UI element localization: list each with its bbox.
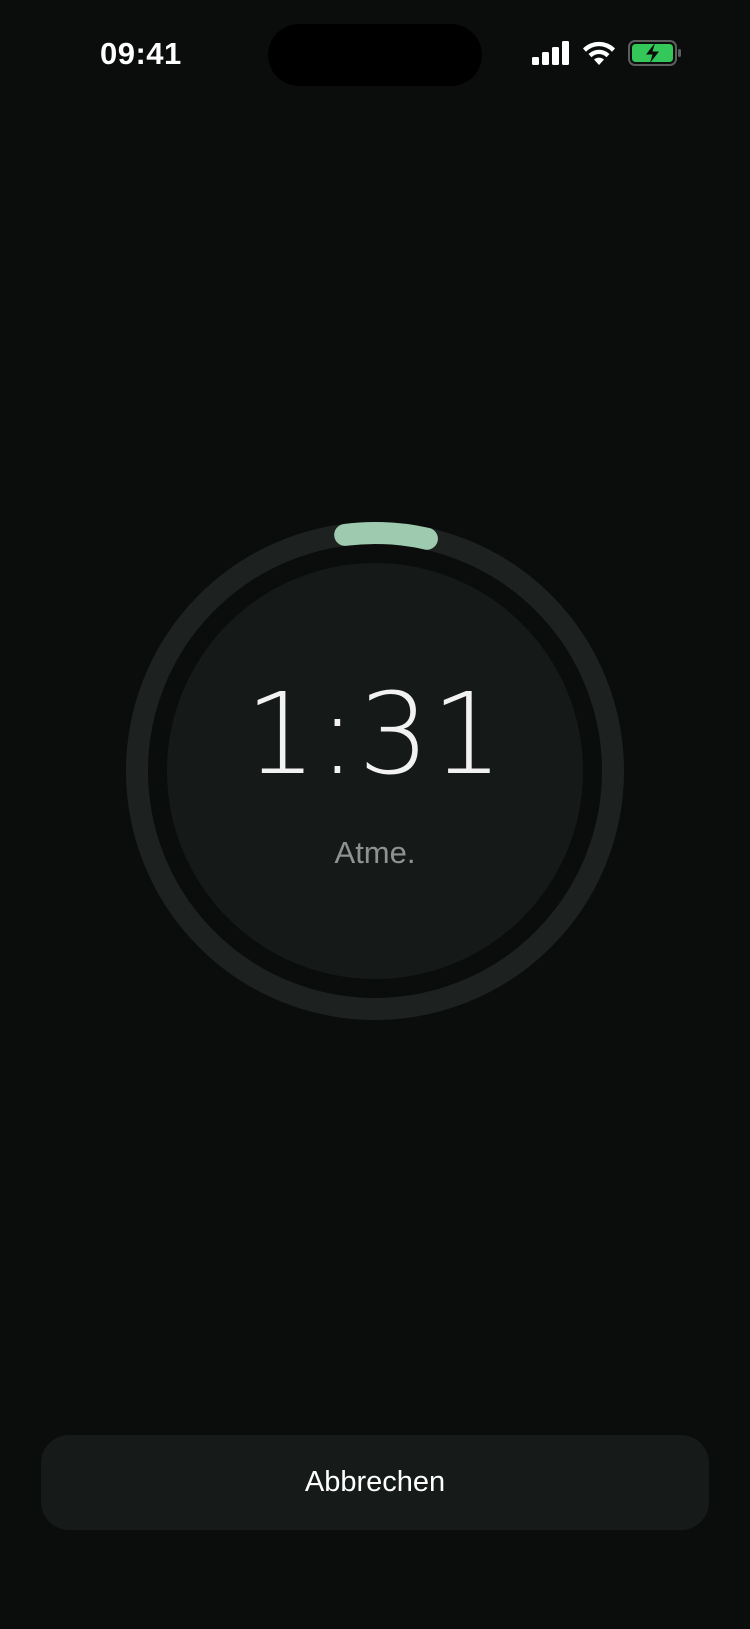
cancel-button[interactable]: Abbrechen	[41, 1435, 709, 1530]
status-time: 09:41	[100, 36, 182, 71]
timer-progress-arc	[334, 522, 438, 550]
timer-countdown: 1:31	[245, 670, 505, 800]
status-icons	[532, 40, 682, 66]
battery-charging-icon	[628, 40, 682, 66]
breathing-instruction: Atme.	[334, 835, 416, 870]
cellular-signal-icon	[532, 41, 570, 65]
dynamic-island	[268, 24, 482, 86]
status-bar: 09:41	[0, 0, 750, 110]
breathing-timer: 1:31 Atme.	[125, 521, 625, 1021]
wifi-icon	[582, 41, 616, 66]
